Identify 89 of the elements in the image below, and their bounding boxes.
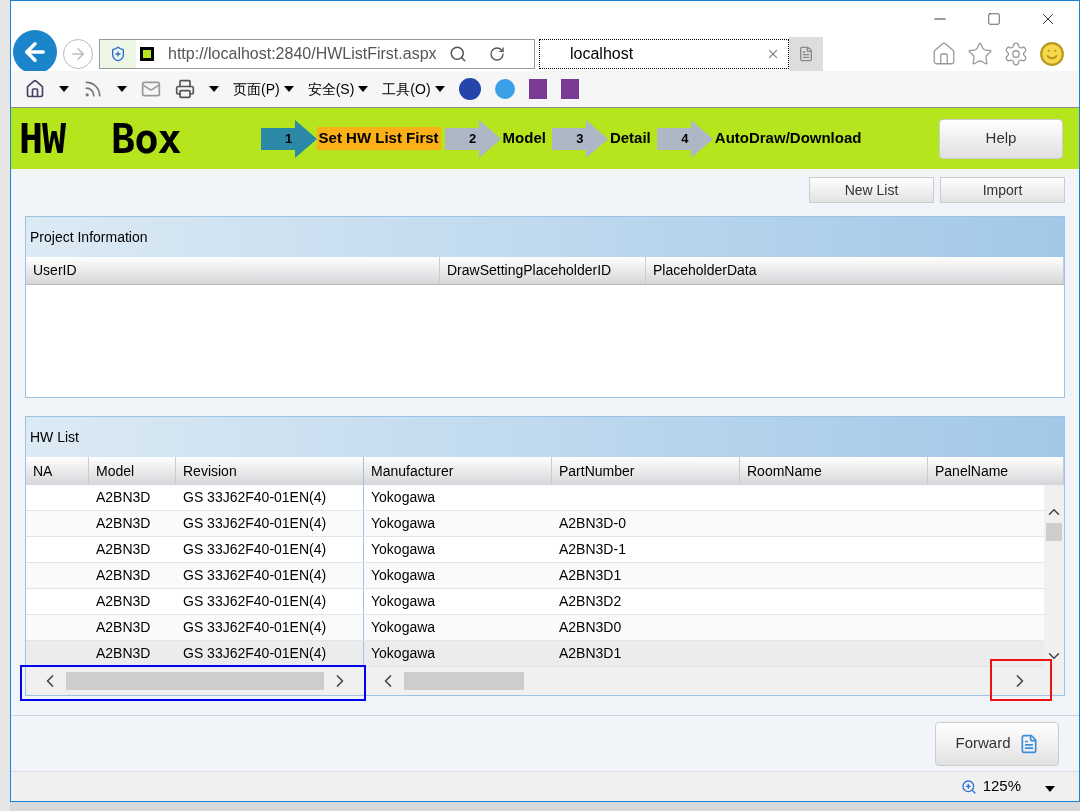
column-header[interactable]: UserID [26,257,440,284]
caret-icon[interactable] [117,86,127,92]
caret-icon[interactable] [358,86,369,92]
zoom-level[interactable]: 125% [982,775,1021,798]
table-row[interactable]: A2BN3D GS 33J62F40-01EN(4) Yokogawa A2BN3D-1 [26,537,1044,563]
caret-icon[interactable] [434,86,445,92]
table-row[interactable]: A2BN3D GS 33J62F40-01EN(4) Yokogawa A2BN3D0 [26,615,1044,641]
panel-title: Project Information [30,227,148,247]
caret-icon[interactable] [283,86,294,92]
search-icon[interactable] [448,45,467,63]
step-label[interactable]: Set HW List First [316,127,441,150]
shield-icon [110,46,126,62]
table-cell-text: A2BN3D [96,592,151,611]
table-cell-text: A2BN3D2 [559,592,622,611]
table-cell-text: A2BN3D1 [559,566,622,585]
url-text: http://localhost:2840/HWListFirst.aspx [168,44,437,64]
step-arrow: 3 [551,119,608,158]
home-icon[interactable] [25,79,45,99]
table-cell-text: GS 33J62F40-01EN(4) [183,540,327,559]
printer-icon[interactable] [175,79,195,99]
step-label[interactable]: Detail [607,127,653,150]
step-arrow: 4 [656,119,713,158]
menu-item[interactable]: 工具(O) [382,78,431,100]
action-button[interactable]: Import [940,177,1065,203]
forward-button[interactable]: Forward [935,721,1059,766]
table-row[interactable]: A2BN3D GS 33J62F40-01EN(4) Yokogawa A2BN3D-0 [26,511,1044,537]
mail-icon[interactable] [141,79,161,99]
caret-icon[interactable] [209,86,219,92]
action-button[interactable]: New List [809,177,934,203]
table-cell-text: Yokogawa [371,618,436,637]
table-cell-text: A2BN3D [96,540,151,559]
table-cell-text: A2BN3D0 [559,618,622,637]
table-row[interactable]: A2BN3D GS 33J62F40-01EN(4) Yokogawa A2BN3D1 [26,641,1044,667]
column-header[interactable]: DrawSettingPlaceholderID [440,257,646,284]
table-cell-text: Yokogawa [371,514,436,533]
zoom-icon[interactable] [960,778,977,795]
table-cell-text: A2BN3D [96,618,151,637]
favicon-icon [140,47,154,61]
table-cell-text: A2BN3D [96,644,151,663]
table-cell-text: Yokogawa [371,644,436,663]
table-cell-text: A2BN3D-1 [559,540,626,559]
scrollbar-thumb[interactable] [66,672,324,690]
step-label[interactable]: AutoDraw/Download [712,127,864,150]
smiley-icon[interactable] [1039,41,1065,67]
table-cell-text: GS 33J62F40-01EN(4) [183,514,327,533]
highlight-frame [990,659,1052,701]
settings-icon[interactable] [1003,41,1029,67]
feed-icon[interactable] [83,79,103,99]
table-cell-text: GS 33J62F40-01EN(4) [183,566,327,585]
table-cell-text: A2BN3D [96,514,151,533]
back-button[interactable] [13,30,57,74]
table-cell-text: GS 33J62F40-01EN(4) [183,644,327,663]
step-arrow: 1 [260,119,317,158]
menu-item[interactable]: 安全(S) [307,78,355,100]
table-cell-text: A2BN3D [96,566,151,585]
table-cell-text: Yokogawa [371,540,436,559]
vertical-scrollbar[interactable] [1044,485,1064,667]
table-cell-text: A2BN3D-0 [559,514,626,533]
table-row[interactable]: A2BN3D GS 33J62F40-01EN(4) Yokogawa [26,485,1044,511]
star-icon[interactable] [967,41,993,67]
table-cell-text: Yokogawa [371,592,436,611]
new-page-icon [798,46,814,62]
menu-item[interactable]: 页面(P) [233,78,280,100]
browser-tab[interactable]: localhost [539,39,789,69]
refresh-icon[interactable] [488,46,505,62]
table-cell-text: GS 33J62F40-01EN(4) [183,592,327,611]
table-row[interactable]: A2BN3D GS 33J62F40-01EN(4) Yokogawa A2BN3D1 [26,563,1044,589]
caret-icon[interactable] [59,86,69,92]
step-label[interactable]: Model [500,127,548,150]
address-bar[interactable]: http://localhost:2840/HWListFirst.aspx [99,39,535,69]
table-row[interactable]: A2BN3D GS 33J62F40-01EN(4) Yokogawa A2BN3D2 [26,589,1044,615]
new-tab-button[interactable] [789,37,823,71]
table-cell-text: GS 33J62F40-01EN(4) [183,488,327,507]
forward-arrow-icon [69,45,87,63]
panel-title: HW List [30,427,79,447]
help-button[interactable]: Help [939,118,1063,159]
caret-icon[interactable] [1045,785,1055,792]
step-arrow: 2 [444,119,501,158]
table-cell-text: Yokogawa [371,566,436,585]
table-cell-text: Yokogawa [371,488,436,507]
scrollbar-thumb[interactable] [404,672,524,690]
table-cell-text: A2BN3D [96,488,151,507]
scrollbar-thumb[interactable] [1046,523,1062,541]
column-header[interactable]: PlaceholderData [646,257,1064,284]
logo-text: HW Box [19,114,181,164]
table-cell-text: GS 33J62F40-01EN(4) [183,618,327,637]
tab-title: localhost [570,44,635,64]
table-cell-text: A2BN3D1 [559,644,622,663]
maximize-icon[interactable] [987,12,1001,26]
